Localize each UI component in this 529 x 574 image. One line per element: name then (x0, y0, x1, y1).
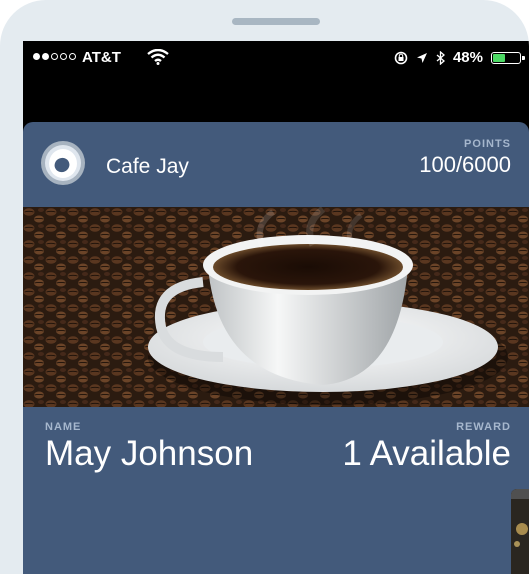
signal-dot (51, 53, 58, 60)
phone-screen: AT&T 48% Cafe Jay POINTS 100/6000 NAME M… (23, 41, 529, 574)
battery-icon (491, 51, 525, 64)
signal-dot (69, 53, 76, 60)
name-value: May Johnson (45, 434, 254, 473)
signal-dot (33, 53, 40, 60)
loyalty-pass-card[interactable]: Cafe Jay POINTS 100/6000 NAME May Johnso… (23, 122, 529, 574)
bluetooth-icon (436, 50, 445, 65)
reward-value: 1 Available (342, 434, 511, 473)
speaker-grille (232, 18, 320, 25)
ring-logo-icon (41, 141, 85, 185)
points-value: 100/6000 (419, 152, 511, 177)
merchant-name: Cafe Jay (106, 155, 189, 178)
battery-level-fill (493, 53, 505, 62)
signal-dot (42, 53, 49, 60)
name-label: NAME (45, 421, 82, 433)
status-bar: AT&T 48% (23, 41, 529, 77)
thumbnail-image (511, 489, 529, 574)
reward-label: REWARD (456, 421, 511, 433)
rotation-lock-icon (394, 51, 408, 64)
points-label: POINTS (464, 138, 511, 150)
battery-percent: 48% (452, 49, 483, 66)
status-right: 48% (394, 49, 525, 66)
carrier-name: AT&T (82, 49, 121, 66)
signal-strength-icon (33, 53, 76, 60)
signal-dot (60, 53, 67, 60)
coffee-cup-strip-image (23, 207, 529, 407)
phone-frame: AT&T 48% Cafe Jay POINTS 100/6000 NAME M… (0, 0, 529, 574)
location-arrow-icon (416, 52, 427, 63)
wifi-icon (147, 49, 169, 65)
battery-tip (522, 55, 525, 60)
